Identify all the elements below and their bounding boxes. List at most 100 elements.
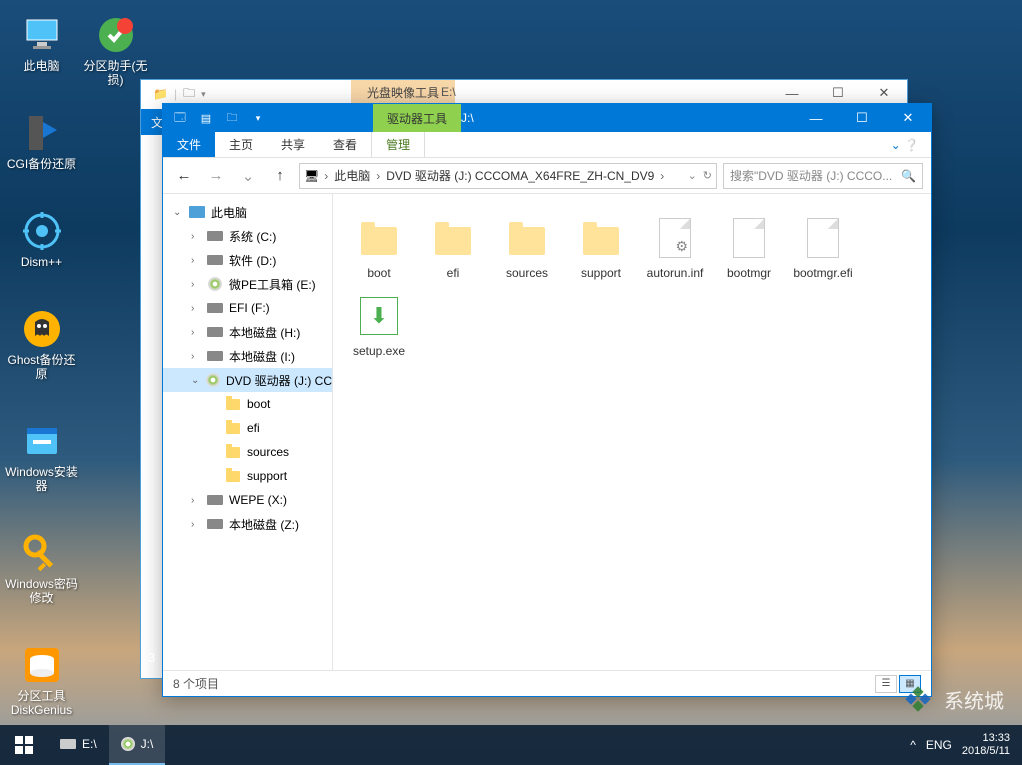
file-item[interactable]: boot (343, 210, 415, 284)
tree-item-label: 本地磁盘 (H:) (229, 324, 300, 341)
tree-item-label: boot (247, 397, 270, 411)
tray-overflow-icon[interactable]: ^ (910, 738, 916, 752)
tree-item[interactable]: ›WEPE (X:) (163, 488, 332, 512)
titlebar[interactable]: 🗔 ▤ 🗀 ▾ 驱动器工具 J:\ — ☐ ✕ (163, 104, 931, 132)
file-item[interactable]: sources (491, 210, 563, 284)
taskbar-item[interactable]: E:\ (48, 725, 109, 765)
file-item[interactable]: ⬇setup.exe (343, 288, 415, 362)
file-item[interactable]: efi (417, 210, 489, 284)
tree-item[interactable]: ›本地磁盘 (I:) (163, 344, 332, 368)
expand-icon[interactable]: ⌄ (173, 207, 183, 218)
tree-item[interactable]: › 本地磁盘 (Z:) (163, 512, 332, 536)
nav-up-button[interactable]: ↑ (267, 163, 293, 189)
tree-item[interactable]: › 本地磁盘 (H:) (163, 320, 332, 344)
drive-icon (207, 492, 223, 508)
inf-file-icon (659, 218, 691, 258)
folder-icon (225, 444, 241, 460)
cgi-icon (21, 112, 63, 154)
file-label: autorun.inf (639, 266, 711, 280)
address-bar: ← → ⌄ ↑ 🖥 › 此电脑 › DVD 驱动器 (J:) CCCOMA_X6… (163, 158, 931, 194)
crumb-drive[interactable]: DVD 驱动器 (J:) CCCOMA_X64FRE_ZH-CN_DV9 (382, 167, 658, 184)
view-details-button[interactable]: ☰ (875, 675, 897, 693)
crumb-sep[interactable]: › (322, 169, 330, 183)
expand-icon[interactable]: ⌄ (191, 375, 200, 386)
desktop-icon-ghost[interactable]: Ghost备份还原 (4, 308, 79, 382)
nav-forward-button[interactable]: → (203, 163, 229, 189)
tab-view[interactable]: 查看 (319, 132, 371, 157)
tab-manage[interactable]: 管理 (371, 132, 425, 157)
qat-newfolder-icon[interactable]: 🗀 (221, 107, 243, 129)
desktop-icon-label: Ghost备份还原 (4, 353, 79, 382)
file-item[interactable]: autorun.inf (639, 210, 711, 284)
qat-dropdown-icon[interactable]: ▾ (247, 107, 269, 129)
dg-icon (21, 644, 63, 686)
file-tab[interactable]: 文件 (163, 132, 215, 157)
minimize-button[interactable]: — (793, 104, 839, 132)
tree-item[interactable]: ⌄此电脑 (163, 200, 332, 224)
navigation-pane[interactable]: ⌄此电脑›系统 (C:)›软件 (D:)›微PE工具箱 (E:)›EFI (F:… (163, 194, 333, 670)
tree-item[interactable]: ›系统 (C:) (163, 224, 332, 248)
tab-share[interactable]: 共享 (267, 132, 319, 157)
qat-properties-icon[interactable]: ▤ (195, 107, 217, 129)
file-label: boot (343, 266, 415, 280)
desktop-icon-cgi[interactable]: CGI备份还原 (4, 112, 79, 171)
nav-recent-button[interactable]: ⌄ (235, 163, 261, 189)
tree-item[interactable]: ›软件 (D:) (163, 248, 332, 272)
close-button[interactable]: ✕ (885, 104, 931, 132)
app-icon: 📁 (153, 87, 168, 101)
expand-icon[interactable]: › (191, 279, 201, 290)
ribbon-help-icon[interactable]: ⌄ ❔ (879, 132, 931, 157)
item-count: 8 个项目 (173, 675, 219, 692)
desktop-icon-key[interactable]: Windows密码修改 (4, 532, 79, 606)
pc-icon: 🖥 (304, 169, 319, 183)
system-tray[interactable]: ^ ENG 13:33 2018/5/11 (910, 732, 1022, 758)
file-item[interactable]: bootmgr (713, 210, 785, 284)
expand-icon[interactable]: › (191, 519, 201, 530)
breadcrumb[interactable]: 🖥 › 此电脑 › DVD 驱动器 (J:) CCCOMA_X64FRE_ZH-… (299, 163, 717, 189)
expand-icon[interactable]: › (191, 495, 201, 506)
expand-icon[interactable]: › (191, 351, 201, 362)
crumb-thispc[interactable]: 此电脑 (330, 167, 374, 184)
desktop-icon-pc[interactable]: 此电脑 (4, 14, 79, 73)
tree-item-label: DVD 驱动器 (J:) CC (226, 372, 332, 389)
search-icon[interactable]: 🔍 (901, 169, 916, 183)
crumb-sep[interactable]: › (374, 169, 382, 183)
file-list[interactable]: bootefisourcessupportautorun.infbootmgrb… (333, 194, 931, 670)
tree-item[interactable]: ›微PE工具箱 (E:) (163, 272, 332, 296)
desktop-icon-wininst[interactable]: Windows安装器 (4, 420, 79, 494)
clock-time: 13:33 (962, 732, 1010, 745)
crumb-sep[interactable]: › (658, 169, 666, 183)
tree-item[interactable]: efi (163, 416, 332, 440)
folder-icon (361, 227, 397, 255)
file-item[interactable]: support (565, 210, 637, 284)
desktop-icon-dism[interactable]: Dism++ (4, 210, 79, 269)
refresh-button[interactable]: ↻ (703, 169, 712, 182)
qat-dropdown-icon[interactable]: ▾ (201, 89, 206, 100)
expand-icon[interactable]: › (191, 231, 201, 242)
file-item[interactable]: bootmgr.efi (787, 210, 859, 284)
start-button[interactable] (0, 725, 48, 765)
taskbar-item[interactable]: J:\ (109, 725, 166, 765)
expand-icon[interactable]: › (191, 303, 201, 314)
tree-item[interactable]: sources (163, 440, 332, 464)
maximize-button[interactable]: ☐ (839, 104, 885, 132)
tree-item[interactable]: ›EFI (F:) (163, 296, 332, 320)
nav-back-button[interactable]: ← (171, 163, 197, 189)
desktop-icon-partassist[interactable]: 分区助手(无损) (78, 14, 153, 88)
desktop-icon-dg[interactable]: 分区工具DiskGenius (4, 644, 79, 718)
taskbar-item-label: E:\ (82, 737, 97, 751)
tree-item[interactable]: ⌄ DVD 驱动器 (J:) CC (163, 368, 332, 392)
tree-item-label: 本地磁盘 (Z:) (229, 516, 299, 533)
clock[interactable]: 13:33 2018/5/11 (962, 732, 1010, 758)
expand-icon[interactable]: › (191, 327, 201, 338)
taskbar[interactable]: E:\ J:\ ^ ENG 13:33 2018/5/11 (0, 725, 1022, 765)
drive-icon (207, 324, 223, 340)
search-input[interactable]: 搜索"DVD 驱动器 (J:) CCCO... 🔍 (723, 163, 923, 189)
tree-item[interactable]: boot (163, 392, 332, 416)
back-window-title: E:\ (441, 85, 456, 99)
breadcrumb-dropdown-icon[interactable]: ⌄ (688, 169, 697, 182)
tab-home[interactable]: 主页 (215, 132, 267, 157)
ime-indicator[interactable]: ENG (926, 738, 952, 752)
tree-item[interactable]: support (163, 464, 332, 488)
expand-icon[interactable]: › (191, 255, 201, 266)
